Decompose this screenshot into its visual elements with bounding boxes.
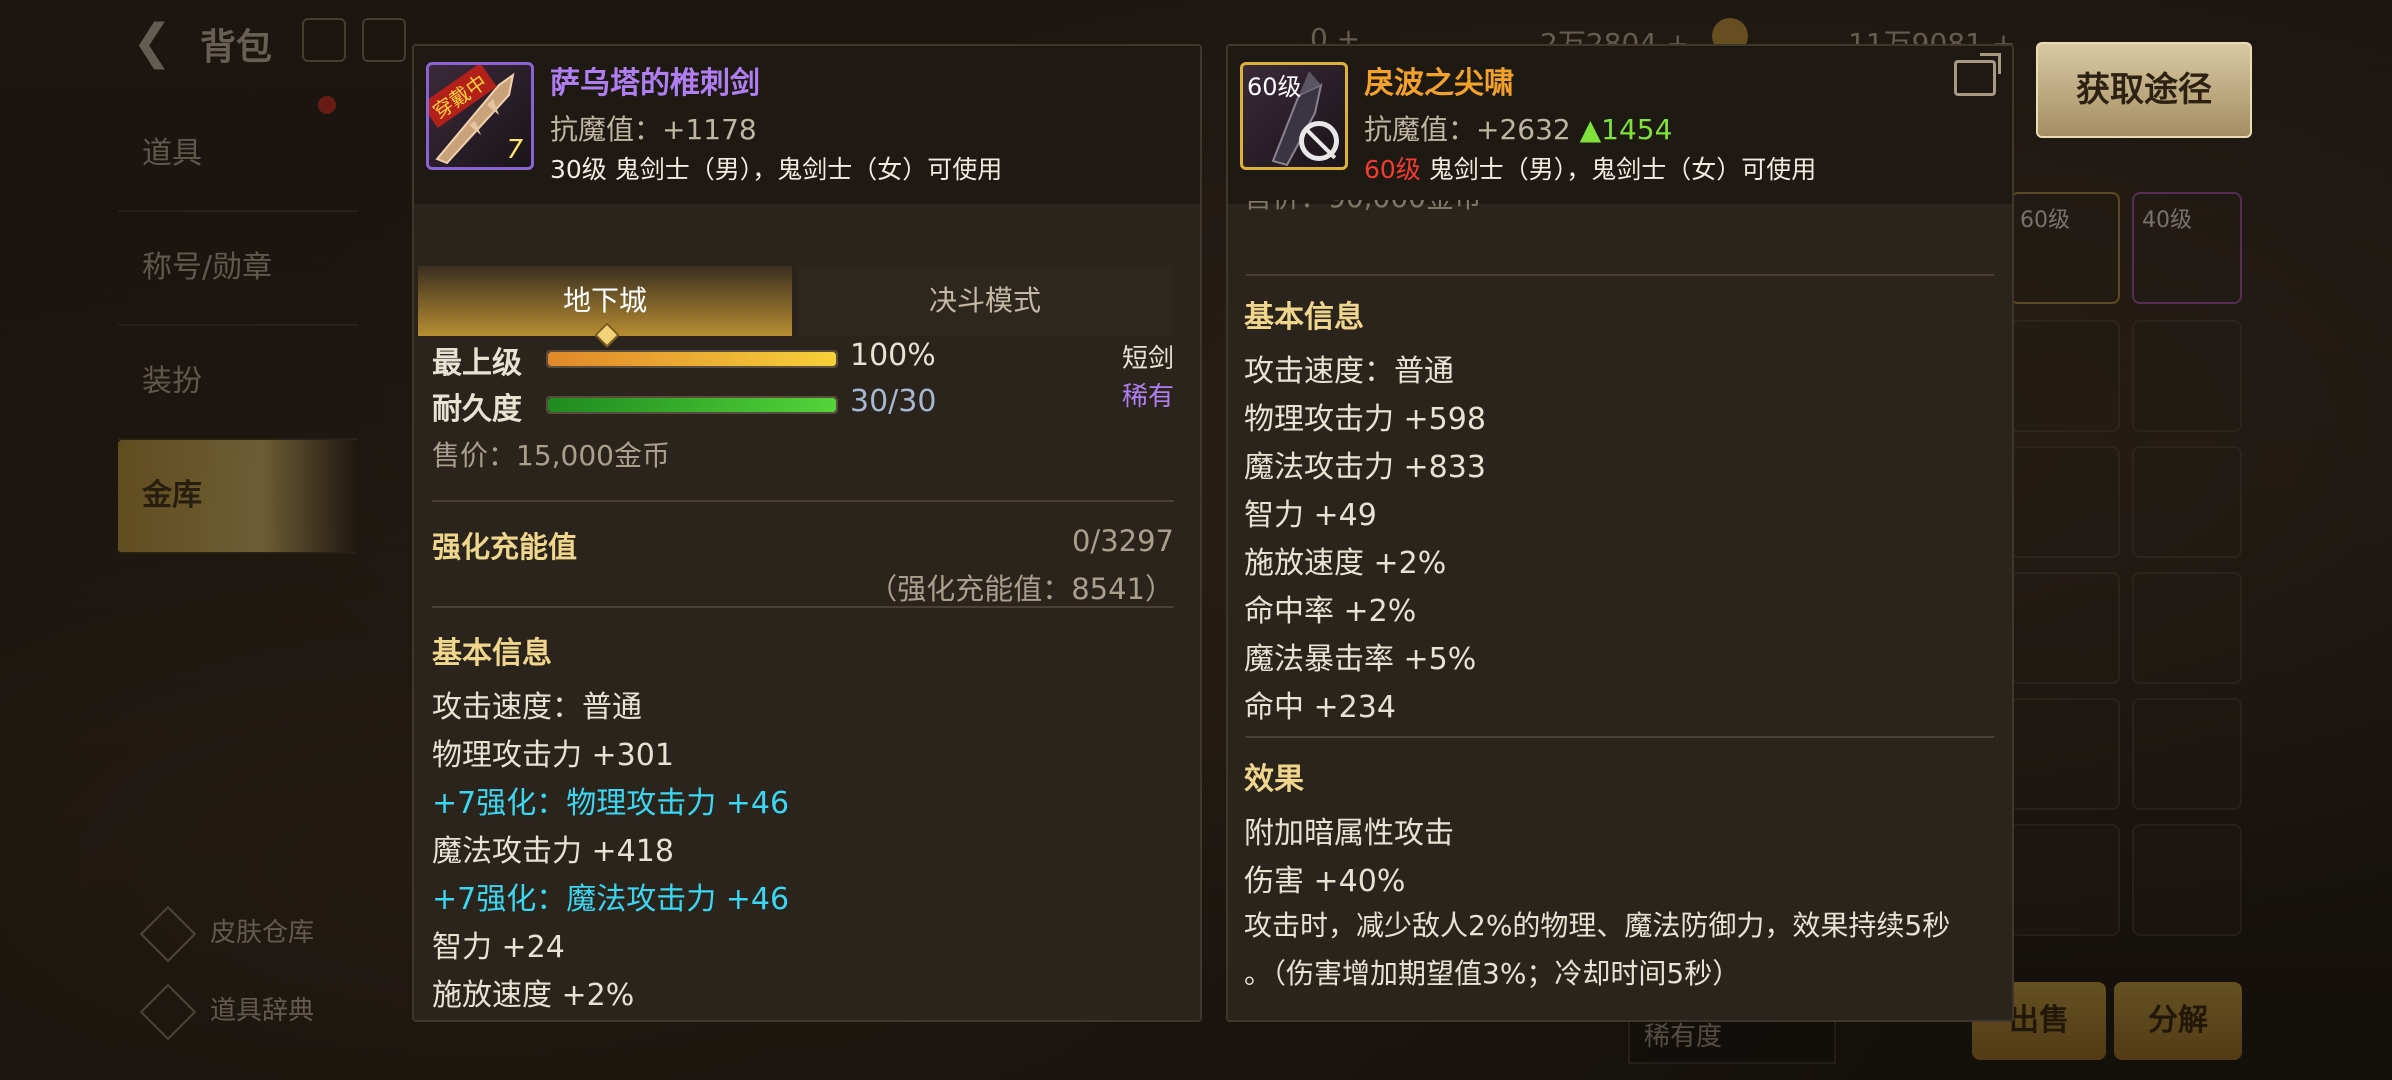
durability-bar xyxy=(546,396,838,414)
stat-line: 命中 +234 xyxy=(1244,690,1396,725)
durability-bar-fill xyxy=(548,398,836,412)
side-item-avatar[interactable]: 装扮 xyxy=(118,326,358,440)
skin-storage-icon xyxy=(139,905,197,962)
grade-bar-fill xyxy=(548,352,836,366)
stat-line: 施放速度 +2% xyxy=(1244,546,1447,581)
effect-line: 。（伤害增加期望值3%；冷却时间5秒） xyxy=(1244,957,1741,990)
effect-line: 附加暗属性攻击 xyxy=(1244,816,1454,851)
effect-line: 伤害 +40% xyxy=(1244,864,1406,899)
item-header: 穿戴中 7 萨乌塔的椎刺剑 抗魔值：+1178 30级 鬼剑士（男），鬼剑士（女… xyxy=(414,46,1200,204)
inventory-slot[interactable] xyxy=(2010,446,2120,558)
divider xyxy=(432,606,1174,608)
sort-icon[interactable] xyxy=(362,18,406,62)
inventory-slot[interactable] xyxy=(2010,698,2120,810)
item-dictionary-icon xyxy=(139,983,197,1040)
basic-info-title: 基本信息 xyxy=(432,636,552,671)
item-price-partial: 售价：90,000金币 xyxy=(1244,200,1482,222)
stat-line: 攻击速度：普通 xyxy=(1244,354,1454,389)
side-item-titles[interactable]: 称号/勋章 xyxy=(118,212,358,326)
level-badge: 60级 xyxy=(1247,73,1302,101)
stat-line: 魔法攻击力 +833 xyxy=(1244,450,1486,485)
item-price: 售价：15,000金币 xyxy=(432,439,670,472)
item-resist-row: 抗魔值：+2632 ▲1454 xyxy=(1364,108,1672,148)
divider xyxy=(1246,736,1994,738)
icon-level: 7 xyxy=(506,135,523,165)
resist-diff: ▲1454 xyxy=(1579,113,1673,146)
inventory-slot[interactable]: 60级 xyxy=(2010,192,2120,304)
slot-level: 40级 xyxy=(2142,208,2192,233)
stat-line: 物理攻击力 +301 xyxy=(432,738,674,773)
item-resist: 抗魔值：+2632 xyxy=(1364,113,1571,146)
stat-line-enhance: +7强化：物理攻击力 +46 xyxy=(432,786,790,821)
durability-value: 30/30 xyxy=(850,384,937,419)
durability-label: 耐久度 xyxy=(432,392,522,427)
item-requirement-row: 60级 鬼剑士（男），鬼剑士（女）可使用 xyxy=(1364,150,1816,186)
side-menu: 道具 称号/勋章 装扮 金库 xyxy=(118,98,358,554)
item-header: 60级 戾波之尖啸 抗魔值：+2632 ▲1454 60级 鬼剑士（男），鬼剑士… xyxy=(1228,46,2012,204)
enhance-value: 0/3297 xyxy=(1071,524,1174,558)
stat-line: 智力 +24 xyxy=(432,930,565,965)
effect-title: 效果 xyxy=(1244,762,1304,797)
divider xyxy=(432,500,1174,502)
item-dictionary-label: 道具辞典 xyxy=(210,996,315,1026)
item-dictionary-link[interactable]: 道具辞典 xyxy=(139,983,315,1040)
grade-value: 100% xyxy=(850,338,936,373)
slot-level: 60级 xyxy=(2020,208,2070,233)
stat-line: 命中率 +2% xyxy=(1244,594,1417,629)
stat-line: 攻击速度：普通 xyxy=(432,690,642,725)
notification-dot xyxy=(318,96,336,114)
help-icon[interactable] xyxy=(302,18,346,62)
share-icon[interactable] xyxy=(1954,53,2001,96)
inventory-slot[interactable] xyxy=(2132,572,2242,684)
grade-bar xyxy=(546,350,838,368)
basic-info-title: 基本信息 xyxy=(1244,300,1364,335)
skin-storage-link[interactable]: 皮肤仓库 xyxy=(139,905,315,962)
bag-title: 背包 xyxy=(200,27,273,68)
equipped-item-tooltip: 穿戴中 7 萨乌塔的椎刺剑 抗魔值：+1178 30级 鬼剑士（男），鬼剑士（女… xyxy=(412,44,1202,1022)
item-name: 萨乌塔的椎刺剑 xyxy=(550,66,760,101)
inventory-slot[interactable] xyxy=(2010,572,2120,684)
stat-line: 智力 +49 xyxy=(1244,498,1377,533)
side-item-items[interactable]: 道具 xyxy=(118,98,358,212)
stat-line-enhance: +7强化：魔法攻击力 +46 xyxy=(432,882,790,917)
inventory-slot[interactable] xyxy=(2010,824,2120,936)
tab-pvp[interactable]: 决斗模式 xyxy=(798,266,1172,336)
item-price: 售价：90,000金币 xyxy=(1244,200,1482,214)
sword-icon: 穿戴中 7 xyxy=(426,62,534,170)
stat-line: 物理攻击力 +598 xyxy=(1244,402,1486,437)
side-item-vault[interactable]: 金库 xyxy=(118,440,358,554)
decompose-button[interactable]: 分解 xyxy=(2114,982,2242,1060)
stat-line: 施放速度 +2% xyxy=(432,978,635,1013)
enhance-note: （强化充能值：8541） xyxy=(868,572,1174,606)
mode-tabs: 地下城 决斗模式 xyxy=(418,266,1174,348)
item-name: 戾波之尖啸 xyxy=(1364,66,1514,101)
skin-storage-label: 皮肤仓库 xyxy=(210,918,315,948)
rarity-label: 稀有 xyxy=(1121,382,1174,412)
acquire-route-button[interactable]: 获取途径 xyxy=(2036,42,2252,138)
effect-line: 攻击时，减少敌人2%的物理、魔法防御力，效果持续5秒 xyxy=(1244,909,1951,942)
inventory-slot[interactable] xyxy=(2132,446,2242,558)
inventory-slot[interactable] xyxy=(2010,320,2120,432)
grade-label: 最上级 xyxy=(432,346,522,381)
stat-line: 魔法暴击率 +5% xyxy=(1244,642,1477,677)
item-resist: 抗魔值：+1178 xyxy=(550,113,757,146)
inventory-slot[interactable] xyxy=(2132,824,2242,936)
inventory-slot[interactable]: 40级 xyxy=(2132,192,2242,304)
compare-item-tooltip: 60级 戾波之尖啸 抗魔值：+2632 ▲1454 60级 鬼剑士（男），鬼剑士… xyxy=(1226,44,2014,1022)
weapon-type: 短剑 xyxy=(1121,344,1174,374)
unusable-icon xyxy=(1299,121,1339,161)
inventory-slot[interactable] xyxy=(2132,698,2242,810)
back-arrow-icon[interactable]: ❮ xyxy=(132,14,172,70)
item-requirement: 30级 鬼剑士（男），鬼剑士（女）可使用 xyxy=(550,155,1003,184)
divider xyxy=(1246,274,1994,276)
weapon-icon: 60级 xyxy=(1240,62,1348,170)
enhance-title: 强化充能值 xyxy=(432,530,578,564)
stat-line: 魔法攻击力 +418 xyxy=(432,834,674,869)
item-requirement: 鬼剑士（男），鬼剑士（女）可使用 xyxy=(1420,155,1817,184)
inventory-slot[interactable] xyxy=(2132,320,2242,432)
required-level: 60级 xyxy=(1364,155,1421,184)
